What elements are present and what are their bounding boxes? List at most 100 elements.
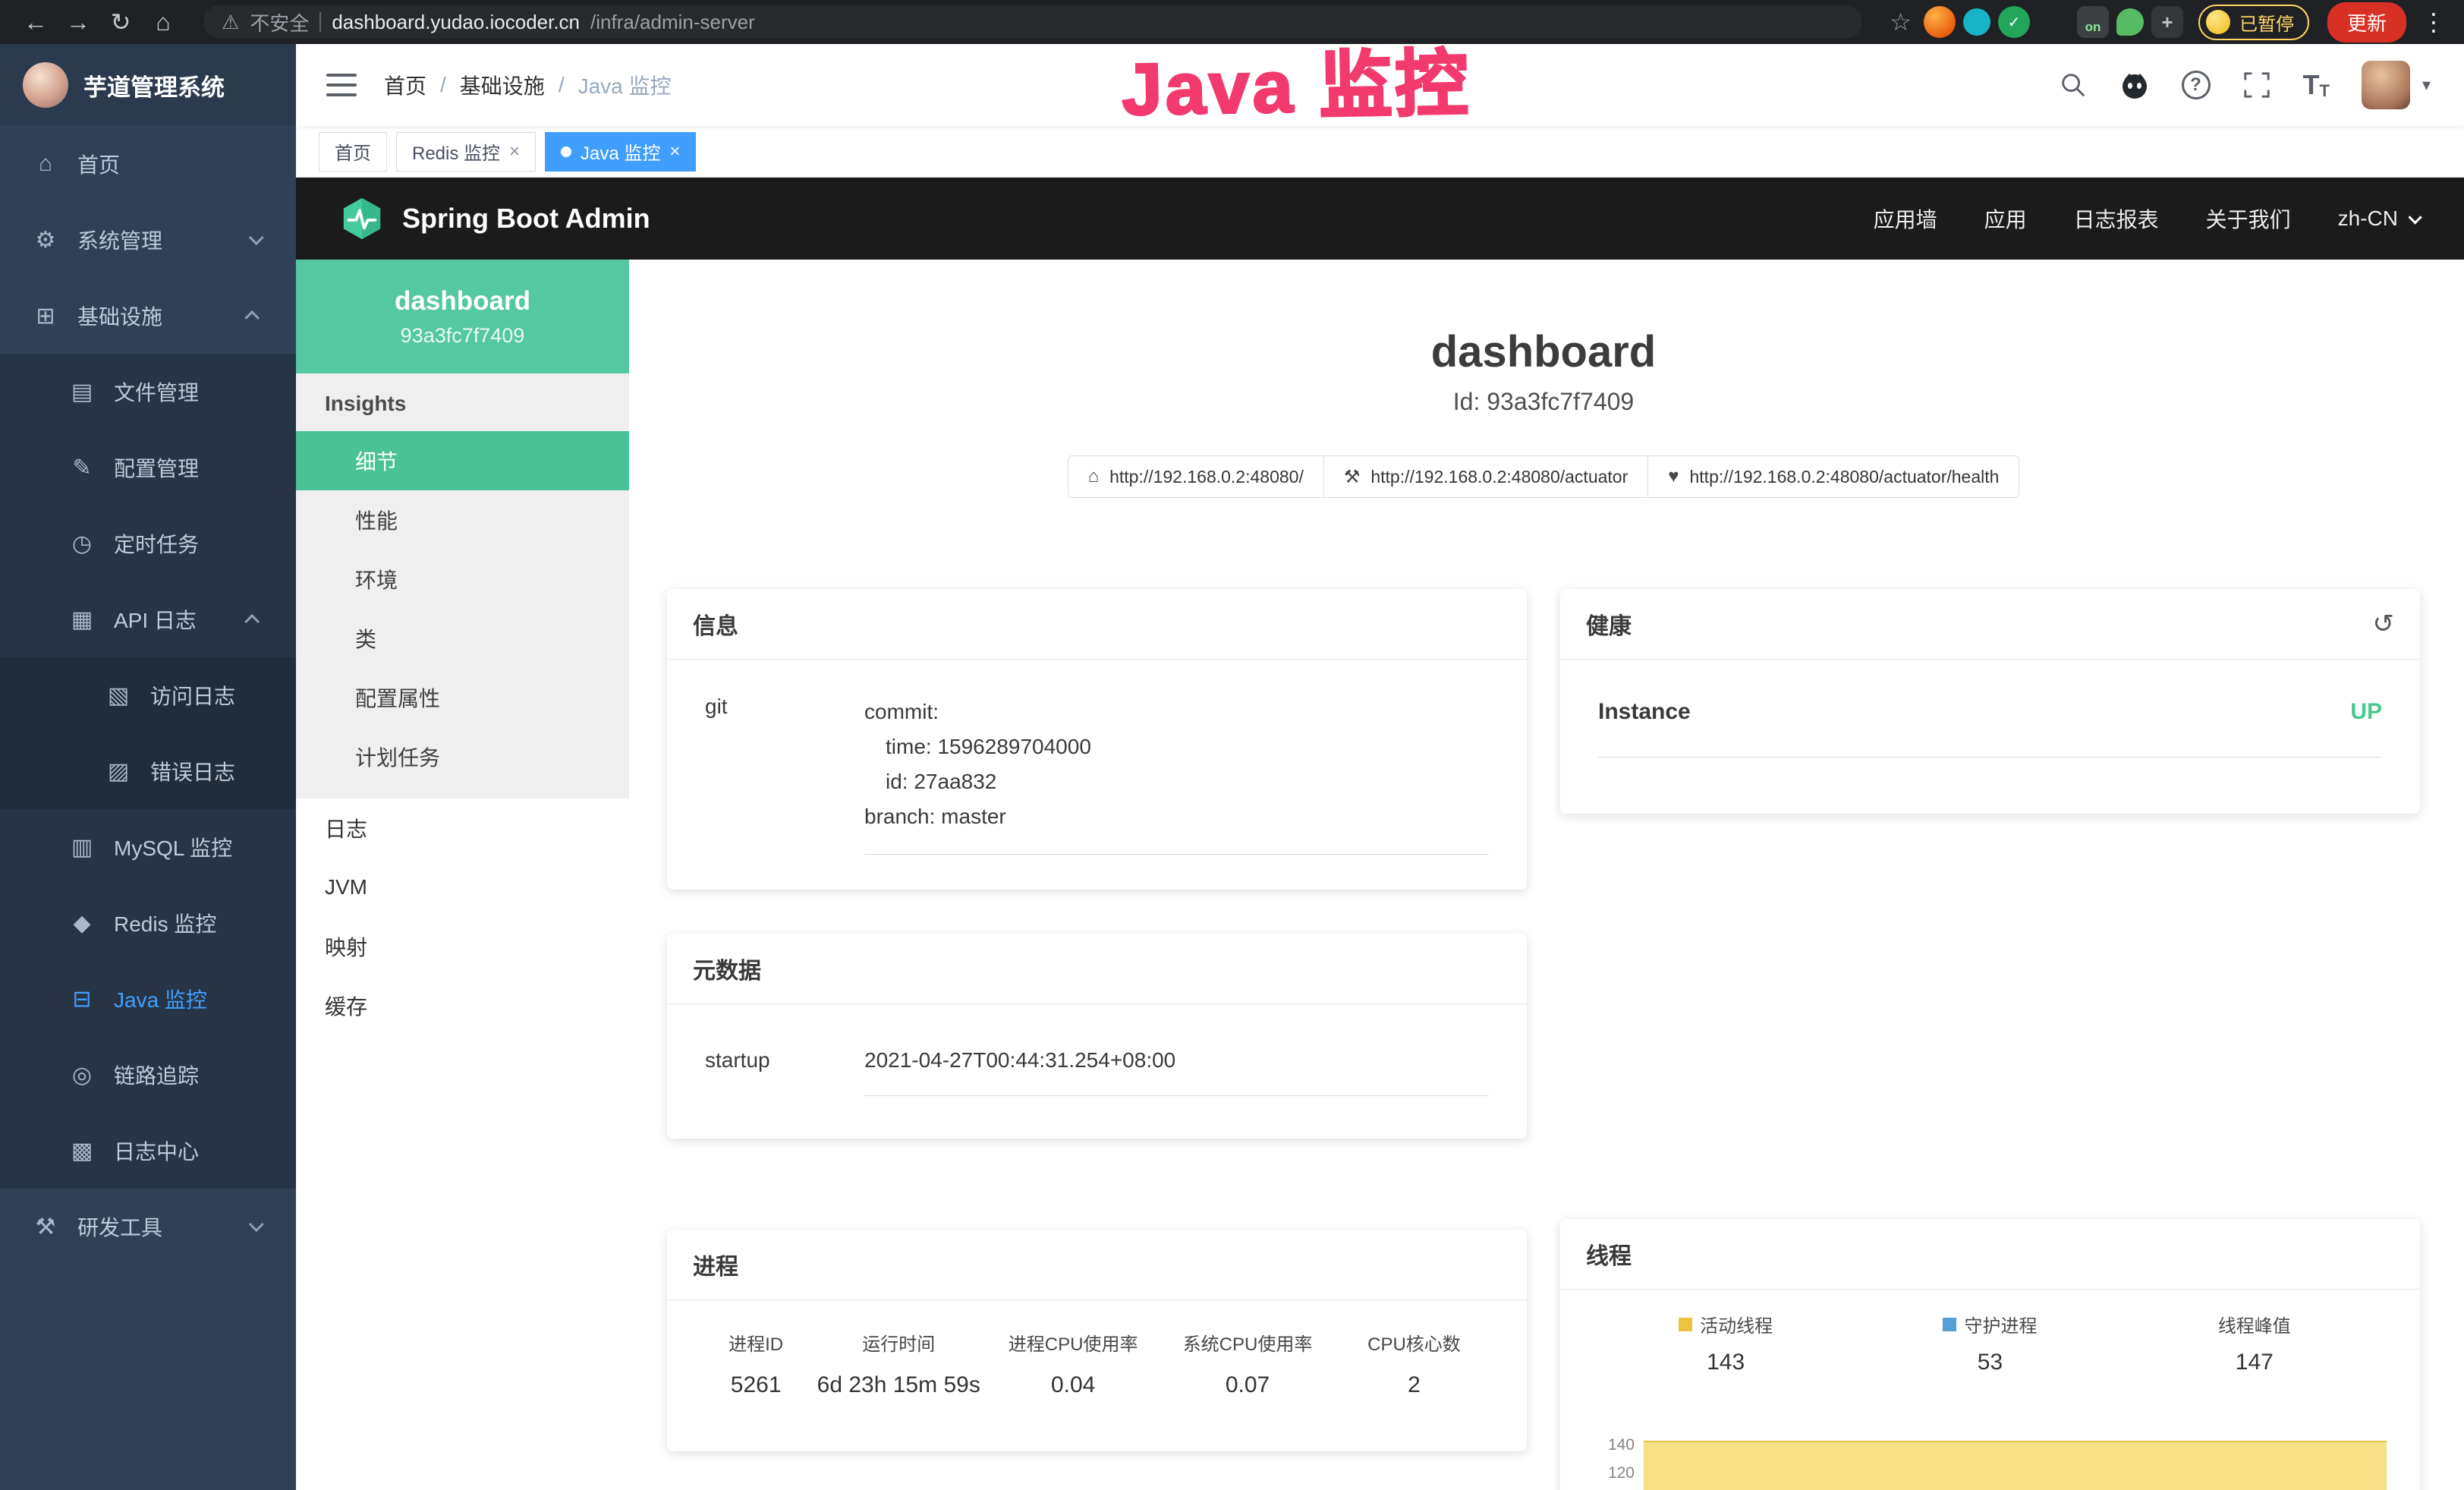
sidebar-item-access-log[interactable]: ▧访问日志 xyxy=(0,657,296,733)
sidebar-section-title: Insights xyxy=(296,392,629,431)
sidebar-item-java[interactable]: ⊟Java 监控 xyxy=(0,961,296,1037)
sidebar-item-redis[interactable]: ◆Redis 监控 xyxy=(0,885,296,961)
spring-boot-admin: Spring Boot Admin 应用墙 应用 日志报表 关于我们 zh-CN… xyxy=(296,178,2464,1490)
paused-label: 已暂停 xyxy=(2239,9,2294,36)
sidebar-item-system[interactable]: ⚙系统管理 xyxy=(0,202,296,278)
tab-label: Java 监控 xyxy=(581,138,660,165)
sidebar-item-infra[interactable]: ⊞基础设施 xyxy=(0,278,296,354)
health-instance-label: Instance xyxy=(1598,699,1691,725)
edit-icon: ✎ xyxy=(68,455,96,481)
instance-link-root[interactable]: ⌂http://192.168.0.2:48080/ xyxy=(1068,455,1324,498)
instance-link-actuator[interactable]: ⚒http://192.168.0.2:48080/actuator xyxy=(1323,455,1648,498)
tab-home[interactable]: 首页 xyxy=(319,132,387,172)
chevron-down-icon xyxy=(249,230,264,245)
page-title: dashboard xyxy=(667,326,2420,377)
forward-icon[interactable]: → xyxy=(61,8,96,36)
breadcrumb-separator: / xyxy=(559,73,565,97)
breadcrumb-item[interactable]: 基础设施 xyxy=(460,70,545,100)
blue-swatch-icon xyxy=(1943,1318,1956,1331)
font-size-icon[interactable]: TT xyxy=(2303,69,2330,101)
sba-nav-applications[interactable]: 应用 xyxy=(1984,203,2027,234)
info-card: 信息 git commit: time: 1596289704000 id: 2… xyxy=(667,589,1527,890)
sidebar-item-error-log[interactable]: ▨错误日志 xyxy=(0,733,296,809)
back-icon[interactable]: ← xyxy=(18,8,53,36)
fullscreen-icon[interactable] xyxy=(2242,71,2271,99)
close-icon[interactable]: × xyxy=(509,141,520,162)
paused-badge[interactable]: 已暂停 xyxy=(2198,5,2309,40)
app-logo[interactable]: 芋道管理系统 xyxy=(0,44,296,126)
instance-hero: dashboard Id: 93a3fc7f7409 ⌂http://192.1… xyxy=(667,326,2420,498)
extension-leaf-icon[interactable] xyxy=(2116,8,2144,36)
chevron-up-icon xyxy=(244,614,260,629)
sba-nav-wallboard[interactable]: 应用墙 xyxy=(1874,203,1937,234)
left-column: 信息 git commit: time: 1596289704000 id: 2… xyxy=(667,589,1527,1451)
sba-navbar: Spring Boot Admin 应用墙 应用 日志报表 关于我们 zh-CN xyxy=(296,178,2464,260)
sba-item-details[interactable]: 细节 xyxy=(296,431,629,490)
url-domain[interactable]: dashboard.yudao.iocoder.cn xyxy=(332,11,580,34)
sba-nav-journal[interactable]: 日志报表 xyxy=(2074,203,2159,234)
metadata-card: 元数据 startup 2021-04-27T00:44:31.254+08:0… xyxy=(667,934,1527,1139)
sba-item-scheduled-tasks[interactable]: 计划任务 xyxy=(296,727,629,786)
sidebar-item-home[interactable]: ⌂首页 xyxy=(0,126,296,202)
extension-check-icon[interactable]: ✓ xyxy=(1998,6,2030,38)
breadcrumb-item[interactable]: 首页 xyxy=(384,70,426,100)
instance-id: 93a3fc7f7409 xyxy=(401,324,525,348)
close-icon[interactable]: × xyxy=(669,141,680,162)
sidebar-item-trace[interactable]: ◎链路追踪 xyxy=(0,1037,296,1113)
cards-grid: 信息 git commit: time: 1596289704000 id: 2… xyxy=(667,589,2420,1490)
extension-fox-icon[interactable] xyxy=(1924,6,1956,38)
sba-language-select[interactable]: zh-CN xyxy=(2338,206,2418,231)
cell-value: 0.07 xyxy=(1160,1372,1335,1398)
extension-drop-icon[interactable] xyxy=(1963,8,1990,36)
sba-item-caches[interactable]: 缓存 xyxy=(296,976,629,1035)
link-url: http://192.168.0.2:48080/actuator/health xyxy=(1690,467,2000,487)
admin-sidebar: 芋道管理系统 ⌂首页 ⚙系统管理 ⊞基础设施 ▤文件管理 ✎配置管理 ◷定时任务… xyxy=(0,44,296,1490)
sba-item-logs[interactable]: 日志 xyxy=(296,799,629,858)
security-label[interactable]: 不安全 xyxy=(250,8,309,36)
github-icon[interactable] xyxy=(2119,70,2150,100)
sidebar-item-dev-tools[interactable]: ⚒研发工具 xyxy=(0,1189,296,1265)
legend-live: 活动线程 143 xyxy=(1594,1311,1858,1375)
log-icon: ▦ xyxy=(68,606,96,633)
sba-item-classes[interactable]: 类 xyxy=(296,609,629,668)
sba-nav-about[interactable]: 关于我们 xyxy=(2206,203,2291,234)
sba-item-jvm[interactable]: JVM xyxy=(296,858,629,917)
sidebar-item-api-log[interactable]: ▦API 日志 xyxy=(0,581,296,657)
extension-on-icon[interactable]: on xyxy=(2077,6,2109,38)
tab-redis[interactable]: Redis 监控× xyxy=(396,132,536,172)
sidebar-item-cron[interactable]: ◷定时任务 xyxy=(0,506,296,581)
infra-icon: ⊞ xyxy=(32,303,59,329)
search-icon[interactable] xyxy=(2059,71,2088,99)
legend-daemon: 守护进程 53 xyxy=(1858,1311,2122,1375)
sidebar-item-file[interactable]: ▤文件管理 xyxy=(0,354,296,430)
sba-item-mappings[interactable]: 映射 xyxy=(296,917,629,976)
sidebar-item-log-center[interactable]: ▩日志中心 xyxy=(0,1113,296,1189)
sidebar-item-config[interactable]: ✎配置管理 xyxy=(0,430,296,506)
sba-item-config-props[interactable]: 配置属性 xyxy=(296,668,629,727)
avatar-caret-icon[interactable]: ▾ xyxy=(2422,75,2431,95)
instance-link-health[interactable]: ♥http://192.168.0.2:48080/actuator/healt… xyxy=(1647,455,2019,498)
hamburger-icon[interactable] xyxy=(326,74,357,96)
process-value-row: 5261 6d 23h 15m 59s 0.04 0.07 2 xyxy=(700,1356,1493,1398)
browser-menu-icon[interactable]: ⋮ xyxy=(2422,8,2446,36)
user-avatar[interactable] xyxy=(2362,61,2410,109)
sba-body: dashboard 93a3fc7f7409 Insights 细节 性能 环境… xyxy=(296,260,2464,1490)
reload-icon[interactable]: ↻ xyxy=(103,8,138,36)
extension-pin-icon[interactable]: + xyxy=(2151,6,2183,38)
update-button[interactable]: 更新 xyxy=(2327,2,2406,43)
sba-item-environment[interactable]: 环境 xyxy=(296,550,629,609)
menu-label: 错误日志 xyxy=(150,756,235,786)
instance-header[interactable]: dashboard 93a3fc7f7409 xyxy=(296,260,629,373)
sidebar-item-mysql[interactable]: ▥MySQL 监控 xyxy=(0,809,296,885)
tab-java[interactable]: Java 监控 × xyxy=(545,132,696,172)
clock-icon: ◷ xyxy=(68,531,96,557)
help-icon[interactable]: ? xyxy=(2182,71,2211,99)
sba-brand[interactable]: Spring Boot Admin xyxy=(340,197,650,241)
address-bar[interactable]: ⚠ 不安全 dashboard.yudao.iocoder.cn/infra/a… xyxy=(203,5,1862,39)
sba-item-performance[interactable]: 性能 xyxy=(296,490,629,550)
bookmark-star-icon[interactable]: ☆ xyxy=(1890,8,1912,36)
menu-label: 文件管理 xyxy=(114,376,199,407)
url-path[interactable]: /infra/admin-server xyxy=(590,11,755,34)
browser-home-icon[interactable]: ⌂ xyxy=(146,8,181,36)
history-icon[interactable]: ↺ xyxy=(2373,609,2395,639)
